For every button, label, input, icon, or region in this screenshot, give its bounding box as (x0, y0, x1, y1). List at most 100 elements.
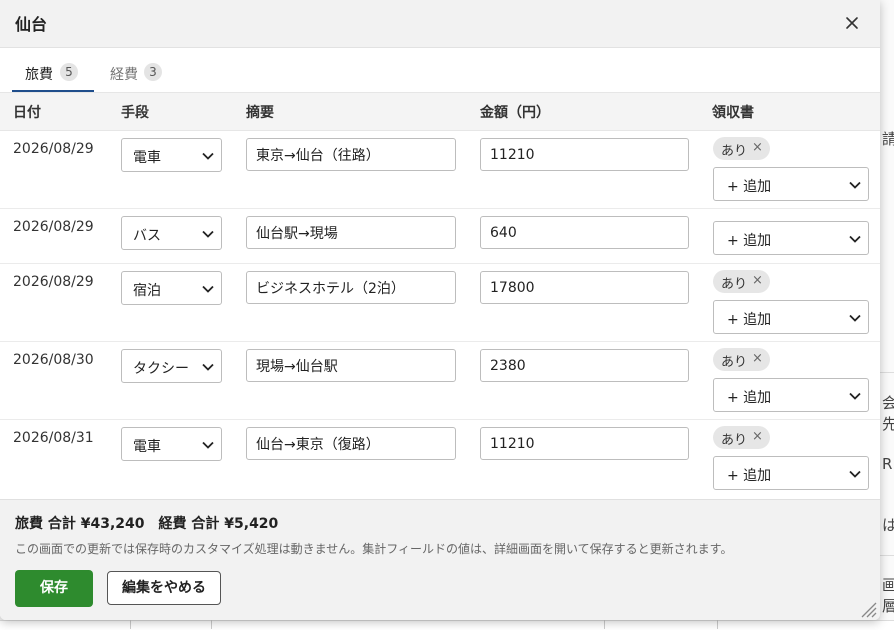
tab-expenses[interactable]: 経費 3 (98, 48, 178, 92)
method-select[interactable]: 電車 (121, 138, 222, 172)
background-fragment: R (882, 455, 893, 473)
active-tab-indicator (12, 90, 94, 92)
table-row: 2026/08/29 バス + 追加 (0, 209, 880, 264)
chevron-down-icon (849, 392, 861, 400)
background-divider (211, 620, 212, 629)
add-receipt-select[interactable]: + 追加 (713, 456, 869, 490)
background-fragment: は (882, 516, 894, 534)
date-cell: 2026/08/29 (13, 219, 94, 235)
close-icon (846, 17, 858, 29)
chip-label: あり (721, 144, 748, 159)
method-value: タクシー (133, 361, 189, 377)
chevron-down-icon (202, 363, 214, 371)
chevron-down-icon (202, 230, 214, 238)
chip-label: あり (721, 433, 748, 448)
date-cell: 2026/08/30 (13, 352, 94, 368)
remove-icon[interactable]: × (752, 140, 763, 155)
amount-input[interactable] (480, 216, 689, 249)
table-header: 日付 手段 摘要 金額（円） 領収書 (0, 93, 880, 131)
amount-input[interactable] (480, 138, 689, 171)
add-label: + 追加 (727, 312, 772, 328)
date-cell: 2026/08/29 (13, 274, 94, 290)
method-value: 電車 (133, 439, 161, 455)
date-cell: 2026/08/29 (13, 141, 94, 157)
amount-input[interactable] (480, 271, 689, 304)
tab-bar: 旅費 5 経費 3 (0, 48, 880, 93)
dialog-header: 仙台 (0, 0, 880, 48)
background-divider (604, 620, 605, 629)
method-select[interactable]: 電車 (121, 427, 222, 461)
add-label: + 追加 (727, 233, 772, 249)
chevron-down-icon (849, 470, 861, 478)
remove-icon[interactable]: × (752, 351, 763, 366)
method-value: 電車 (133, 150, 161, 166)
column-header-amount: 金額（円） (480, 105, 550, 121)
edit-dialog: 仙台 旅費 5 経費 3 日付 手段 摘要 金額（円） 領収書 2026/08/… (0, 0, 880, 620)
save-button[interactable]: 保存 (15, 570, 93, 607)
background-fragment: 画層 (882, 576, 894, 615)
method-select[interactable]: 宿泊 (121, 271, 222, 305)
method-select[interactable]: バス (121, 216, 222, 250)
column-header-summary: 摘要 (246, 105, 274, 121)
remove-icon[interactable]: × (752, 273, 763, 288)
remove-icon[interactable]: × (752, 429, 763, 444)
chevron-down-icon (202, 285, 214, 293)
receipt-chip: あり × (713, 270, 770, 293)
amount-input[interactable] (480, 427, 689, 460)
column-header-receipt: 領収書 (712, 105, 754, 121)
background-divider (130, 620, 131, 629)
receipt-chip: あり × (713, 137, 770, 160)
background-fragment: 会先 (882, 394, 894, 433)
table-row: 2026/08/30 タクシー あり × + 追加 (0, 342, 880, 420)
chevron-down-icon (849, 181, 861, 189)
chevron-down-icon (202, 441, 214, 449)
tab-travel[interactable]: 旅費 5 (12, 48, 94, 92)
update-note: この画面での更新では保存時のカスタマイズ処理は動きません。集計フィールドの値は、… (15, 542, 733, 556)
cancel-edit-button[interactable]: 編集をやめる (107, 571, 221, 605)
totals-summary: 旅費 合計 ¥43,240 経費 合計 ¥5,420 (15, 513, 292, 533)
receipt-chip: あり × (713, 426, 770, 449)
add-receipt-select[interactable]: + 追加 (713, 300, 869, 334)
expense-total: 経費 合計 ¥5,420 (158, 516, 279, 532)
method-select[interactable]: タクシー (121, 349, 222, 383)
chip-label: あり (721, 277, 748, 292)
chevron-down-icon (849, 235, 861, 243)
summary-input[interactable] (246, 349, 456, 382)
add-label: + 追加 (727, 179, 772, 195)
add-receipt-select[interactable]: + 追加 (713, 378, 869, 412)
travel-total: 旅費 合計 ¥43,240 (15, 516, 145, 532)
method-value: バス (133, 228, 161, 244)
background-divider (880, 555, 894, 556)
table-row: 2026/08/31 電車 あり × + 追加 (0, 420, 880, 499)
add-receipt-select[interactable]: + 追加 (713, 167, 869, 201)
add-label: + 追加 (727, 468, 772, 484)
dialog-title: 仙台 (15, 15, 48, 34)
summary-input[interactable] (246, 271, 456, 304)
add-receipt-select[interactable]: + 追加 (713, 221, 869, 255)
date-cell: 2026/08/31 (13, 430, 94, 446)
column-header-date: 日付 (13, 105, 41, 121)
count-badge: 5 (60, 63, 78, 81)
dialog-footer: 旅費 合計 ¥43,240 経費 合計 ¥5,420 この画面での更新では保存時の… (0, 499, 880, 620)
summary-input[interactable] (246, 216, 456, 249)
resize-grip-icon[interactable] (858, 599, 878, 619)
amount-input[interactable] (480, 349, 689, 382)
summary-input[interactable] (246, 138, 456, 171)
background-divider (717, 620, 718, 629)
background-fragment: 請 (882, 130, 894, 148)
count-badge: 3 (144, 63, 162, 81)
chevron-down-icon (849, 314, 861, 322)
column-header-method: 手段 (121, 105, 149, 121)
chip-label: あり (721, 355, 748, 370)
background-divider (880, 372, 894, 373)
receipt-chip: あり × (713, 348, 770, 371)
summary-input[interactable] (246, 427, 456, 460)
close-button[interactable] (840, 11, 864, 35)
method-value: 宿泊 (133, 283, 161, 299)
table-row: 2026/08/29 宿泊 あり × + 追加 (0, 264, 880, 342)
add-label: + 追加 (727, 390, 772, 406)
chevron-down-icon (202, 152, 214, 160)
tab-label: 経費 (110, 67, 138, 83)
tab-label: 旅費 (25, 67, 53, 83)
table-row: 2026/08/29 電車 あり × + 追加 (0, 131, 880, 209)
